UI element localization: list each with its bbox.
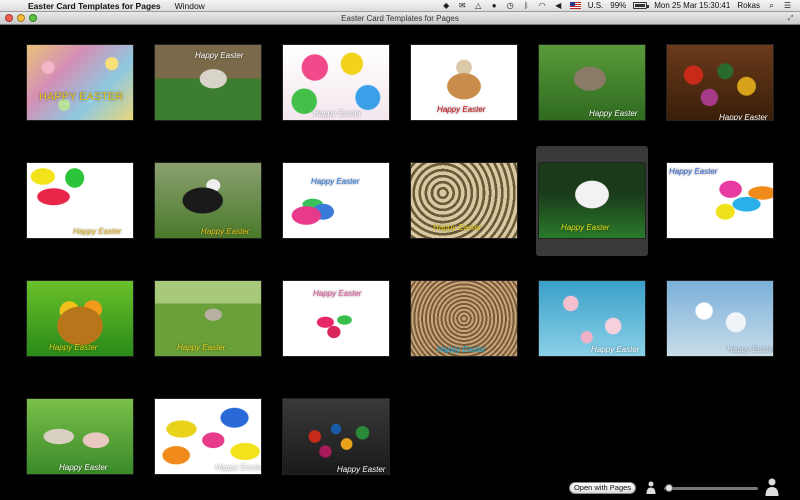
template-thumbnail[interactable]: Happy Easter [666, 44, 774, 121]
window-title: Easter Card Templates for Pages [341, 13, 459, 23]
zoom-window-button[interactable] [29, 14, 37, 22]
window-controls [5, 14, 37, 22]
fullscreen-icon[interactable]: ⤢ [786, 14, 795, 23]
zoom-out-person-icon[interactable] [646, 481, 656, 494]
thumbnail-caption: Happy Easter [727, 345, 774, 354]
time-machine-icon[interactable]: ◷ [506, 1, 515, 10]
thumbnail-caption: Happy Easter [195, 51, 244, 60]
spotlight-icon[interactable]: ⌕ [767, 1, 776, 10]
mail-icon[interactable]: ✉ [458, 1, 467, 10]
volume-icon[interactable]: ◀ [554, 1, 563, 10]
dropbox-icon[interactable]: ◆ [442, 1, 451, 10]
template-thumbnail[interactable]: Happy Easter [410, 162, 518, 239]
template-thumbnail[interactable]: Happy Easter [154, 280, 262, 357]
template-thumbnail[interactable]: Happy Easter [666, 280, 774, 357]
status-area: ◆ ✉ △ ● ◷ ᛒ ◠ ◀ U.S. 99% Mon 25 Mar 15:3… [442, 1, 800, 10]
thumbnail-caption: Happy Easter [669, 167, 718, 176]
open-with-pages-button[interactable]: Open with Pages [569, 482, 636, 494]
thumbnail-caption: Happy Easter [591, 345, 640, 354]
battery-icon[interactable] [633, 2, 650, 9]
thumbnail-caption: Happy Easter [59, 463, 108, 472]
minimize-window-button[interactable] [17, 14, 25, 22]
thumbnail-caption: Happy Easter [201, 227, 250, 236]
colors-icon[interactable]: ● [490, 1, 499, 10]
user-name[interactable]: Rokas [737, 1, 760, 10]
clock[interactable]: Mon 25 Mar 15:30:41 [654, 1, 730, 10]
thumbnail-caption: Happy Easter [337, 465, 386, 474]
bluetooth-icon[interactable]: ᛒ [522, 1, 531, 10]
template-thumbnail[interactable]: Happy Easter [538, 162, 646, 239]
template-thumbnail[interactable]: Happy Easter [410, 44, 518, 121]
thumbnail-caption: Happy Easter [561, 223, 610, 232]
template-gallery: HAPPY EASTER Happy Easter Happy Easter Happ… [0, 26, 800, 475]
template-thumbnail[interactable]: Happy Easter [26, 398, 134, 475]
template-thumbnail[interactable]: Happy Easter [282, 398, 390, 475]
template-thumbnail[interactable]: Happy Easter [26, 162, 134, 239]
close-window-button[interactable] [5, 14, 13, 22]
thumbnail-caption: Happy Easter [311, 177, 360, 186]
template-thumbnail[interactable]: Happy Easter [538, 44, 646, 121]
zoom-in-person-icon[interactable] [765, 478, 779, 496]
template-thumbnail[interactable]: Happy Easter [410, 280, 518, 357]
template-thumbnail[interactable]: Happy Easter [26, 280, 134, 357]
bottom-toolbar: Open with Pages [0, 476, 800, 500]
wifi-icon[interactable]: ◠ [538, 1, 547, 10]
thumbnail-caption: Happy Easter [313, 289, 362, 298]
thumbnail-caption: Happy Easter [73, 227, 122, 236]
app-name-menu[interactable]: Easter Card Templates for Pages [28, 1, 161, 11]
template-thumbnail[interactable]: Happy Easter [538, 280, 646, 357]
template-thumbnail[interactable]: Happy Easter [154, 44, 262, 121]
thumbnail-caption: HAPPY EASTER [39, 91, 124, 103]
thumbnail-caption: Happy Easter [313, 109, 362, 118]
template-thumbnail[interactable]: Happy Easter [666, 162, 774, 239]
template-thumbnail[interactable]: Happy Easter [282, 280, 390, 357]
notification-center-icon[interactable]: ☰ [783, 1, 792, 10]
input-source-label[interactable]: U.S. [588, 1, 604, 10]
flag-us-icon[interactable] [569, 2, 581, 9]
thumbnail-caption: Happy Easter [215, 463, 262, 472]
template-thumbnail[interactable]: Happy Easter [282, 162, 390, 239]
template-thumbnail[interactable]: Happy Easter [282, 44, 390, 121]
thumbnail-caption: Happy Easter [437, 345, 486, 354]
template-thumbnail[interactable]: HAPPY EASTER [26, 44, 134, 121]
zoom-slider[interactable] [664, 487, 758, 490]
menu-bar: Easter Card Templates for Pages Window ◆… [0, 0, 800, 12]
battery-percentage[interactable]: 99% [610, 1, 626, 10]
window-title-bar: Easter Card Templates for Pages ⤢ [0, 12, 800, 25]
template-thumbnail[interactable]: Happy Easter [154, 162, 262, 239]
thumbnail-caption: Happy Easter [49, 343, 98, 352]
google-drive-icon[interactable]: △ [474, 1, 483, 10]
zoom-slider-knob[interactable] [664, 484, 673, 492]
menu-window[interactable]: Window [175, 1, 205, 11]
thumbnail-caption: Happy Easter [719, 113, 768, 121]
thumbnail-caption: Happy Easter [177, 343, 226, 352]
thumbnail-caption: Happy Easter [589, 109, 638, 118]
thumbnail-caption: Happy Easter [437, 105, 486, 114]
thumbnail-caption: Happy Easter [433, 223, 482, 232]
template-thumbnail[interactable]: Happy Easter [154, 398, 262, 475]
